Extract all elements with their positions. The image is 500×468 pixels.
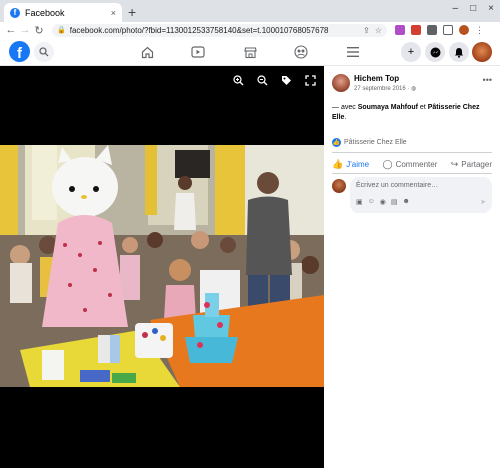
comment-button[interactable]: ◯ Commenter	[382, 159, 437, 170]
reactions-summary[interactable]: 👍 Pâtisserie Chez Elle	[332, 138, 407, 147]
comment-placeholder[interactable]: Écrivez un commentaire…	[356, 182, 438, 189]
fullscreen-icon[interactable]	[304, 74, 316, 86]
comment-bubble-icon: ◯	[382, 158, 393, 169]
commenter-avatar[interactable]	[332, 179, 346, 193]
facebook-header: f +	[0, 38, 500, 66]
like-label: J'aime	[346, 159, 370, 169]
tab-strip: f Facebook × + – □ ×	[0, 0, 500, 22]
share-button[interactable]: ↪ Partager	[451, 159, 492, 170]
search-icon[interactable]	[34, 42, 54, 62]
puzzle-icon[interactable]	[427, 25, 437, 35]
actions-top-divider	[332, 152, 492, 153]
maximize-button[interactable]: □	[470, 3, 476, 14]
extensions-area: ⋮	[395, 25, 484, 36]
more-options-icon[interactable]: •••	[483, 75, 492, 85]
groups-icon[interactable]	[293, 44, 309, 60]
close-window-button[interactable]: ×	[488, 3, 494, 14]
reaction-names[interactable]: Pâtisserie Chez Elle	[344, 139, 407, 146]
comment-input[interactable]: Écrivez un commentaire… ▣ ☺ ◉ ▤ ☻ ➤	[350, 177, 492, 213]
zoom-out-icon[interactable]	[256, 74, 268, 86]
photo-toolbar	[232, 74, 316, 86]
minimize-button[interactable]: –	[453, 3, 459, 14]
like-button[interactable]: 👍 J'aime	[332, 159, 369, 170]
party-photo[interactable]	[0, 145, 324, 387]
url-omnibox[interactable]: 🔒 facebook.com/photo/?fbid=1130012533758…	[52, 23, 387, 37]
gif-icon[interactable]: ▤	[391, 198, 398, 206]
photo-illustration	[0, 145, 324, 387]
comment-label: Commenter	[395, 159, 438, 169]
facebook-favicon: f	[10, 7, 20, 18]
post-actions: 👍 J'aime ◯ Commenter ↪ Partager	[332, 156, 492, 172]
account-avatar[interactable]	[472, 42, 492, 62]
profile-avatar[interactable]	[459, 25, 469, 35]
send-icon[interactable]: ➤	[480, 198, 486, 206]
reload-icon[interactable]: ↻	[32, 24, 46, 37]
globe-icon: ◍	[411, 86, 417, 92]
post-date-text[interactable]: 27 septembre 2016 ·	[354, 86, 411, 92]
zoom-in-icon[interactable]	[232, 74, 244, 86]
back-icon[interactable]: ←	[4, 24, 18, 36]
tag-icon[interactable]	[280, 74, 292, 86]
new-tab-button[interactable]: +	[128, 4, 136, 20]
emoji-icon[interactable]: ☺	[368, 198, 375, 206]
extension-icon[interactable]	[395, 25, 405, 35]
camera-icon[interactable]: ◉	[380, 198, 386, 206]
caption-suffix: .	[344, 114, 347, 121]
menu-kebab-icon[interactable]: ⋮	[475, 25, 484, 36]
comment-tools: ▣ ☺ ◉ ▤ ☻	[356, 198, 410, 206]
photo-viewer	[0, 66, 324, 468]
author-avatar[interactable]	[332, 74, 350, 92]
share-label: Partager	[461, 159, 492, 169]
facebook-logo[interactable]: f	[9, 41, 30, 62]
extension-icon[interactable]	[411, 25, 421, 35]
tagged-person-link[interactable]: Soumaya Mahfouf	[358, 104, 418, 111]
thumbs-up-icon: 👍	[332, 158, 344, 169]
sidepanel-icon[interactable]	[443, 25, 453, 35]
watch-video-icon[interactable]	[190, 44, 206, 60]
like-reaction-icon: 👍	[332, 138, 341, 147]
tab-title: Facebook	[25, 7, 65, 18]
home-icon[interactable]	[139, 44, 155, 60]
bookmark-star-icon[interactable]: ☆	[375, 26, 382, 35]
share-arrow-icon: ↪	[450, 158, 459, 169]
menu-hamburger-icon[interactable]	[345, 44, 361, 60]
messenger-icon[interactable]	[425, 42, 445, 62]
browser-tab[interactable]: f Facebook ×	[4, 3, 122, 22]
address-bar: ← → ↻ 🔒 facebook.com/photo/?fbid=1130012…	[0, 22, 500, 38]
tab-close-icon[interactable]: ×	[111, 8, 116, 18]
marketplace-icon[interactable]	[242, 44, 258, 60]
sticker-icon[interactable]: ▣	[356, 198, 363, 206]
caption-prefix: — avec	[332, 104, 358, 111]
caption-and: et	[417, 104, 428, 111]
notifications-bell-icon[interactable]	[449, 42, 469, 62]
share-icon[interactable]: ⇪	[363, 26, 370, 35]
actions-bottom-divider	[332, 173, 492, 174]
post-date[interactable]: 27 septembre 2016 · ◍	[354, 85, 416, 92]
url-text[interactable]: facebook.com/photo/?fbid=113001253375814…	[70, 26, 358, 35]
window-controls: – □ ×	[453, 3, 494, 14]
avatar-sticker-icon[interactable]: ☻	[403, 198, 410, 206]
create-plus-icon[interactable]: +	[401, 42, 421, 62]
forward-icon[interactable]: →	[18, 24, 32, 36]
author-name[interactable]: Hichem Top	[354, 74, 399, 83]
post-panel: Hichem Top 27 septembre 2016 · ◍ ••• — a…	[324, 66, 500, 468]
lock-icon[interactable]: 🔒	[57, 26, 66, 34]
post-caption: — avec Soumaya Mahfouf et Pâtisserie Che…	[332, 103, 492, 123]
